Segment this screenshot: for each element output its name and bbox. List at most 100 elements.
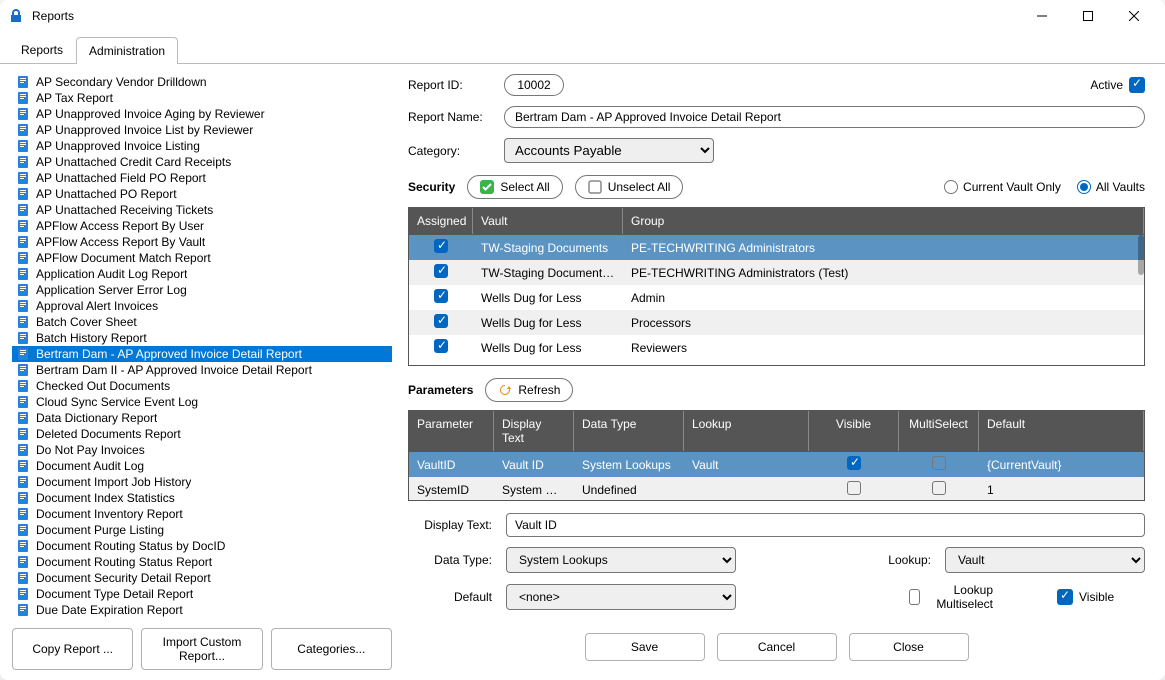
import-custom-report-button[interactable]: Import Custom Report... <box>141 628 262 670</box>
tree-item[interactable]: APFlow Access Report By Vault <box>12 234 392 250</box>
security-row[interactable]: Wells Dug for LessAdmin <box>409 285 1144 310</box>
current-vault-radio[interactable] <box>944 180 958 194</box>
scrollbar[interactable] <box>1138 235 1144 275</box>
lookup-multiselect-wrap[interactable]: Lookup Multiselect <box>909 583 997 611</box>
minimize-button[interactable] <box>1019 0 1065 32</box>
report-id-field[interactable] <box>504 74 564 96</box>
tree-item[interactable]: Batch History Report <box>12 330 392 346</box>
unselect-all-button[interactable]: Unselect All <box>575 175 684 199</box>
close-button[interactable] <box>1111 0 1157 32</box>
tree-item[interactable]: AP Unattached Credit Card Receipts <box>12 154 392 170</box>
assigned-checkbox[interactable] <box>434 239 448 253</box>
save-button[interactable]: Save <box>585 633 705 661</box>
display-text-field[interactable] <box>506 513 1145 537</box>
tree-item[interactable]: APFlow Access Report By User <box>12 218 392 234</box>
maximize-button[interactable] <box>1065 0 1111 32</box>
tree-item[interactable]: AP Unapproved Invoice Aging by Reviewer <box>12 106 392 122</box>
assigned-checkbox[interactable] <box>434 314 448 328</box>
tree-item-label: Application Server Error Log <box>36 283 187 297</box>
tree-item[interactable]: Document Inventory Report <box>12 506 392 522</box>
report-icon <box>16 219 30 233</box>
tree-item[interactable]: Document Audit Log <box>12 458 392 474</box>
visible-checkbox[interactable] <box>1057 589 1073 605</box>
assigned-checkbox[interactable] <box>434 264 448 278</box>
parameter-row[interactable]: SystemIDSystem DeterUndefined1 <box>409 477 1144 500</box>
col-data-type[interactable]: Data Type <box>574 411 684 451</box>
col-default[interactable]: Default <box>979 411 1144 451</box>
tab-reports[interactable]: Reports <box>8 36 76 63</box>
tree-item[interactable]: APFlow Document Match Report <box>12 250 392 266</box>
tree-item[interactable]: Document Routing Status by DocID <box>12 538 392 554</box>
col-visible[interactable]: Visible <box>809 411 899 451</box>
security-row[interactable]: TW-Staging Documents TestPE-TECHWRITING … <box>409 260 1144 285</box>
tree-item[interactable]: Document Purge Listing <box>12 522 392 538</box>
all-vaults-radio-wrap[interactable]: All Vaults <box>1077 180 1145 194</box>
category-select[interactable]: Accounts Payable <box>504 138 714 163</box>
close-form-button[interactable]: Close <box>849 633 969 661</box>
report-tree[interactable]: AP Secondary Vendor DrilldownAP Tax Repo… <box>12 74 392 618</box>
col-assigned[interactable]: Assigned <box>409 208 473 234</box>
tree-item[interactable]: Document Import Job History <box>12 474 392 490</box>
parameters-grid[interactable]: Parameter Display Text Data Type Lookup … <box>408 410 1145 501</box>
tab-administration[interactable]: Administration <box>76 37 178 64</box>
select-all-button[interactable]: Select All <box>467 175 562 199</box>
tree-item[interactable]: Deleted Documents Report <box>12 426 392 442</box>
lookup-multiselect-checkbox[interactable] <box>909 589 920 605</box>
vault-cell: TW-Staging Documents Test <box>473 262 623 284</box>
parameter-row[interactable]: VaultIDVault IDSystem LookupsVault{Curre… <box>409 452 1144 477</box>
all-vaults-radio[interactable] <box>1077 180 1091 194</box>
tree-item[interactable]: Document Type Detail Report <box>12 586 392 602</box>
col-vault[interactable]: Vault <box>473 208 623 234</box>
visible-wrap[interactable]: Visible <box>1057 589 1145 605</box>
data-type-select[interactable]: System Lookups <box>506 547 736 573</box>
security-grid[interactable]: Assigned Vault Group TW-Staging Document… <box>408 207 1145 366</box>
tree-item[interactable]: Do Not Pay Invoices <box>12 442 392 458</box>
multiselect-cell-checkbox[interactable] <box>932 481 946 495</box>
tree-item[interactable]: AP Tax Report <box>12 90 392 106</box>
current-vault-radio-wrap[interactable]: Current Vault Only <box>944 180 1061 194</box>
tree-item[interactable]: Cloud Sync Service Event Log <box>12 394 392 410</box>
parameter-form: Display Text: Data Type: System Lookups … <box>408 513 1145 611</box>
tree-item[interactable]: Batch Cover Sheet <box>12 314 392 330</box>
active-checkbox[interactable] <box>1129 77 1145 93</box>
tree-item[interactable]: Bertram Dam II - AP Approved Invoice Det… <box>12 362 392 378</box>
tree-item[interactable]: Application Server Error Log <box>12 282 392 298</box>
tree-item[interactable]: Document Index Statistics <box>12 490 392 506</box>
tree-item[interactable]: Bertram Dam - AP Approved Invoice Detail… <box>12 346 392 362</box>
tree-item[interactable]: AP Unattached Receiving Tickets <box>12 202 392 218</box>
copy-report-button[interactable]: Copy Report ... <box>12 628 133 670</box>
visible-cell-checkbox[interactable] <box>847 481 861 495</box>
col-lookup[interactable]: Lookup <box>684 411 809 451</box>
security-row[interactable]: Wells Dug for LessProcessors <box>409 310 1144 335</box>
tree-item[interactable]: Document Routing Status Report <box>12 554 392 570</box>
cancel-button[interactable]: Cancel <box>717 633 837 661</box>
tree-item[interactable]: AP Unattached PO Report <box>12 186 392 202</box>
col-display-text[interactable]: Display Text <box>494 411 574 451</box>
col-multiselect[interactable]: MultiSelect <box>899 411 979 451</box>
tree-item[interactable]: Checked Out Documents <box>12 378 392 394</box>
tree-item[interactable]: AP Unapproved Invoice List by Reviewer <box>12 122 392 138</box>
tree-item[interactable]: Due Date Expiration Report <box>12 602 392 618</box>
tree-item[interactable]: Data Dictionary Report <box>12 410 392 426</box>
lookup-select[interactable]: Vault <box>945 547 1145 573</box>
default-select[interactable]: <none> <box>506 584 736 610</box>
tree-item[interactable]: Approval Alert Invoices <box>12 298 392 314</box>
tree-item[interactable]: Application Audit Log Report <box>12 266 392 282</box>
tree-item[interactable]: Document Security Detail Report <box>12 570 392 586</box>
tree-item[interactable]: AP Secondary Vendor Drilldown <box>12 74 392 90</box>
report-icon <box>16 283 30 297</box>
report-name-field[interactable] <box>504 106 1145 128</box>
assigned-checkbox[interactable] <box>434 339 448 353</box>
col-group[interactable]: Group <box>623 208 1144 234</box>
multiselect-cell-checkbox[interactable] <box>932 456 946 470</box>
assigned-checkbox[interactable] <box>434 289 448 303</box>
security-row[interactable]: Wells Dug for LessReviewers <box>409 335 1144 360</box>
security-row[interactable]: TW-Staging DocumentsPE-TECHWRITING Admin… <box>409 235 1144 260</box>
refresh-button[interactable]: Refresh <box>485 378 573 402</box>
tree-item[interactable]: AP Unapproved Invoice Listing <box>12 138 392 154</box>
categories-button[interactable]: Categories... <box>271 628 392 670</box>
tree-item-label: Document Import Job History <box>36 475 191 489</box>
visible-cell-checkbox[interactable] <box>847 456 861 470</box>
tree-item[interactable]: AP Unattached Field PO Report <box>12 170 392 186</box>
col-parameter[interactable]: Parameter <box>409 411 494 451</box>
